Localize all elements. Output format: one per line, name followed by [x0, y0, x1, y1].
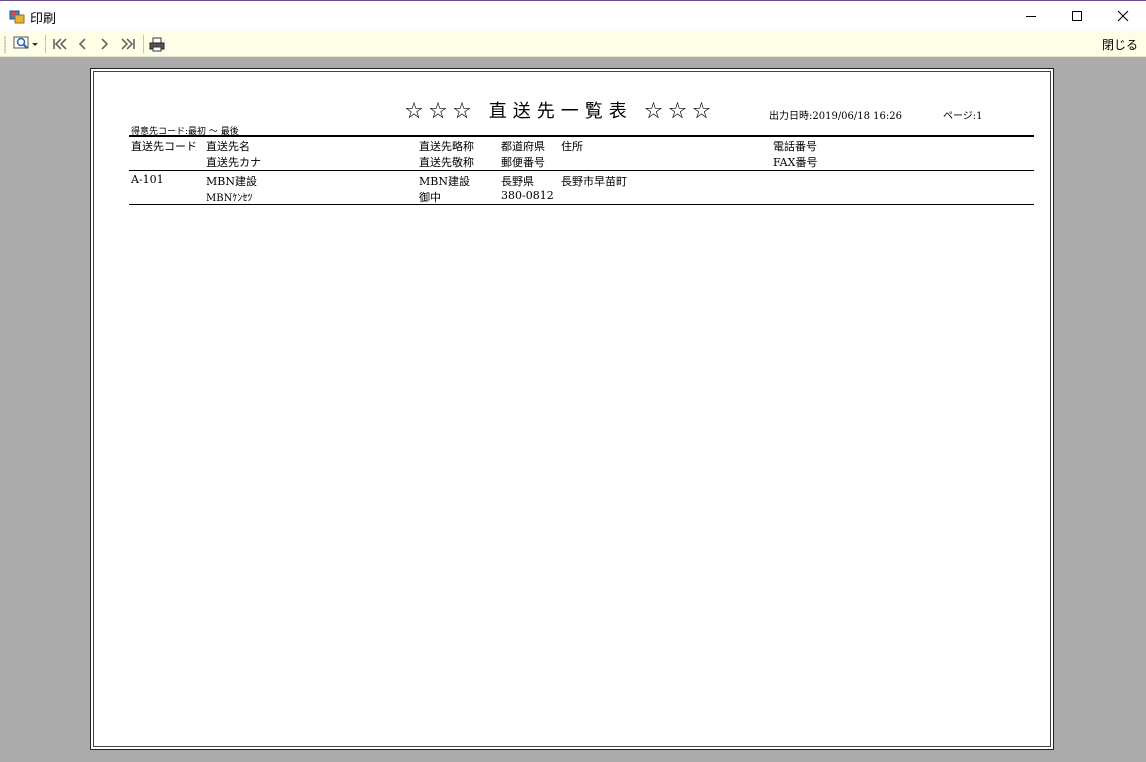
printer-icon	[149, 37, 165, 52]
title-bar: 印刷	[0, 0, 1146, 31]
output-datetime: 出力日時:2019/06/18 16:26	[769, 111, 903, 122]
print-preview-toolbar: 閉じる	[0, 31, 1146, 57]
row-address: 長野市早苗町	[561, 175, 627, 188]
toolbar-separator	[45, 35, 46, 53]
header-phone: 電話番号	[773, 140, 817, 153]
page-number: ページ:1	[943, 111, 983, 122]
row-postal: 380-0812	[501, 189, 554, 202]
header-bottom-rule	[129, 170, 1034, 171]
close-icon	[1117, 10, 1129, 22]
next-page-button[interactable]	[96, 34, 114, 54]
header-code: 直送先コード	[131, 140, 197, 153]
zoom-icon	[13, 36, 38, 49]
close-preview-button[interactable]: 閉じる	[1102, 36, 1138, 53]
minimize-button[interactable]	[1008, 1, 1054, 31]
report-page: ☆☆☆ 直送先一覧表 ☆☆☆ 出力日時:2019/06/18 16:26 ページ…	[90, 68, 1054, 750]
chevron-right-icon	[101, 38, 109, 50]
previous-page-button[interactable]	[74, 34, 92, 54]
minimize-icon	[1026, 16, 1036, 17]
zoom-dropdown-button[interactable]	[12, 34, 42, 54]
row-honorific: 御中	[419, 191, 441, 204]
header-fax: FAX番号	[773, 156, 818, 169]
header-honorific: 直送先敬称	[419, 156, 474, 169]
row-prefecture: 長野県	[501, 175, 534, 188]
first-page-icon	[53, 38, 67, 50]
header-kana: 直送先カナ	[206, 156, 261, 169]
row-name: MBN建設	[206, 175, 257, 188]
maximize-icon	[1072, 11, 1082, 21]
row-code: A-101	[131, 173, 164, 186]
maximize-button[interactable]	[1054, 1, 1100, 31]
header-short-name: 直送先略称	[419, 140, 474, 153]
app-icon	[9, 9, 25, 24]
first-page-button[interactable]	[50, 34, 70, 54]
chevron-left-icon	[78, 38, 86, 50]
header-prefecture: 都道府県	[501, 140, 545, 153]
header-address: 住所	[561, 140, 583, 153]
toolbar-grip[interactable]	[4, 36, 6, 53]
toolbar-separator	[143, 35, 144, 53]
window-title: 印刷	[30, 12, 57, 27]
last-page-button[interactable]	[118, 34, 138, 54]
header-postal: 郵便番号	[501, 156, 545, 169]
close-window-button[interactable]	[1100, 1, 1146, 31]
report-title: ☆☆☆ 直送先一覧表 ☆☆☆	[405, 101, 717, 122]
last-page-icon	[121, 38, 135, 50]
header-name: 直送先名	[206, 140, 250, 153]
row-bottom-rule	[129, 204, 1034, 205]
row-kana: MBNｹﾝｾﾂ	[206, 193, 253, 204]
print-button[interactable]	[147, 34, 167, 54]
header-top-rule	[129, 135, 1034, 137]
row-short-name: MBN建設	[419, 175, 470, 188]
